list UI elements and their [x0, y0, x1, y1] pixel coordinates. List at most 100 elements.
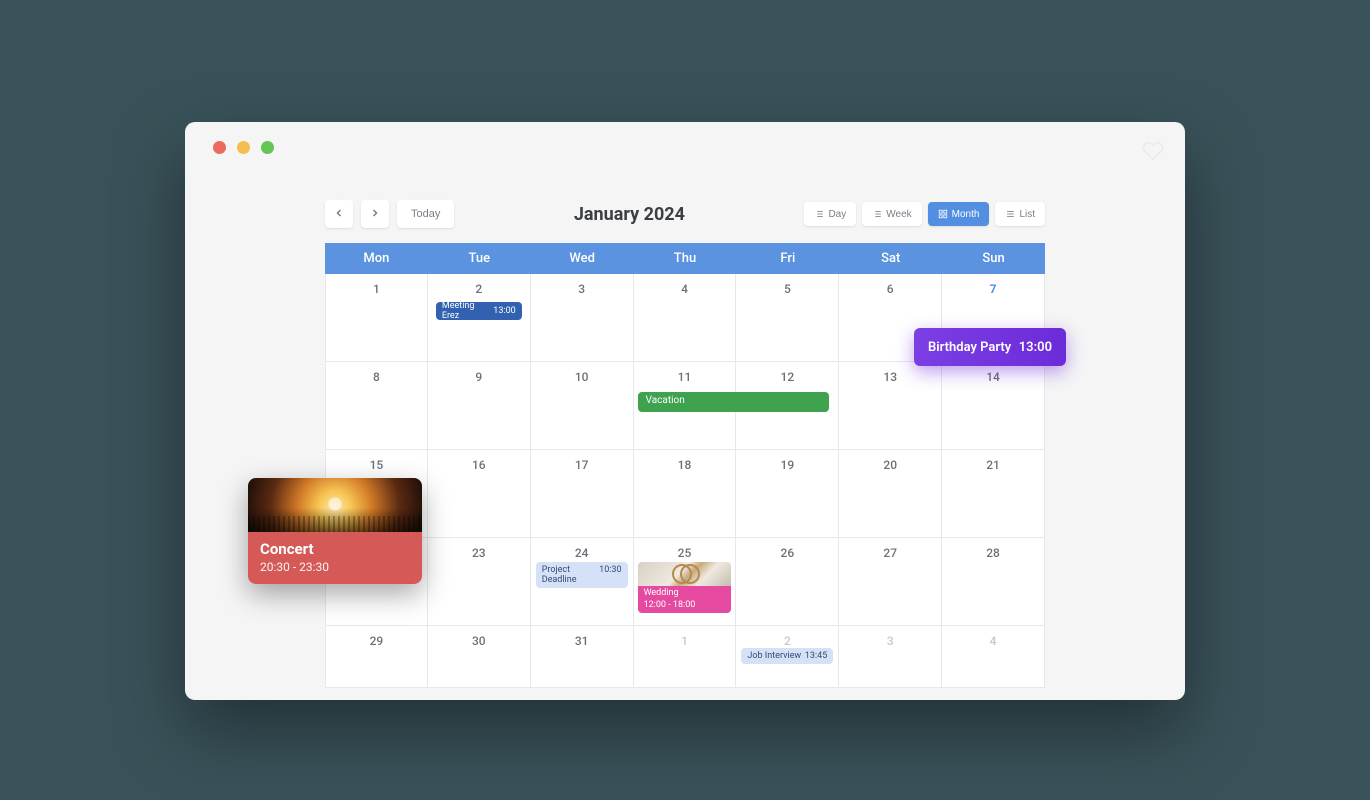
- day-cell[interactable]: 3: [839, 626, 942, 688]
- day-cell[interactable]: 4: [942, 626, 1045, 688]
- dow-thu: Thu: [634, 243, 737, 274]
- day-number: 9: [428, 362, 530, 384]
- day-number: 26: [736, 538, 838, 560]
- day-cell[interactable]: 17: [531, 450, 634, 538]
- day-number: 1: [326, 274, 427, 296]
- event-time: 13:00: [493, 306, 515, 316]
- day-number: 2: [428, 274, 530, 296]
- dow-mon: Mon: [325, 243, 428, 274]
- day-number: 4: [942, 626, 1044, 648]
- event-title: Vacation: [646, 395, 685, 406]
- day-number: 1: [634, 626, 736, 648]
- heart-icon: [1142, 140, 1164, 166]
- day-cell[interactable]: 24 Project Deadline 10:30: [531, 538, 634, 626]
- day-cell[interactable]: 4: [634, 274, 737, 362]
- event-time: 10:30: [599, 565, 621, 585]
- view-week-button[interactable]: Week: [862, 202, 921, 226]
- event-deadline[interactable]: Project Deadline 10:30: [536, 562, 628, 588]
- event-concert-card[interactable]: Concert 20:30 - 23:30: [248, 478, 422, 584]
- view-month-label: Month: [952, 209, 980, 220]
- day-number: 28: [942, 538, 1044, 560]
- day-cell[interactable]: 20: [839, 450, 942, 538]
- view-list-button[interactable]: List: [995, 202, 1045, 226]
- day-number: 10: [531, 362, 633, 384]
- view-month-button[interactable]: Month: [928, 202, 990, 226]
- concert-image: [248, 478, 422, 532]
- day-number: 27: [839, 538, 941, 560]
- day-number: 24: [531, 538, 633, 560]
- view-day-button[interactable]: Day: [804, 202, 856, 226]
- view-week-label: Week: [886, 209, 911, 220]
- event-time: 20:30 - 23:30: [260, 560, 410, 574]
- day-number: 11: [634, 362, 736, 384]
- event-title: Concert: [260, 540, 410, 558]
- next-month-button[interactable]: [361, 200, 389, 228]
- dow-wed: Wed: [531, 243, 634, 274]
- day-cell[interactable]: 28: [942, 538, 1045, 626]
- minimize-icon[interactable]: [237, 141, 250, 154]
- day-number: 23: [428, 538, 530, 560]
- day-cell[interactable]: 29: [325, 626, 428, 688]
- event-wedding[interactable]: Wedding 12:00 - 18:00: [638, 586, 732, 613]
- window-titlebar: [185, 122, 1185, 172]
- day-cell[interactable]: 13: [839, 362, 942, 450]
- day-number: 29: [326, 626, 427, 648]
- day-cell[interactable]: 27: [839, 538, 942, 626]
- day-cell[interactable]: 14: [942, 362, 1045, 450]
- day-cell[interactable]: 11 Vacation: [634, 362, 737, 450]
- day-cell[interactable]: 21: [942, 450, 1045, 538]
- day-cell[interactable]: 16: [428, 450, 531, 538]
- day-number: 5: [736, 274, 838, 296]
- day-cell[interactable]: 18: [634, 450, 737, 538]
- prev-month-button[interactable]: [325, 200, 353, 228]
- day-number: 17: [531, 450, 633, 472]
- day-number: 8: [326, 362, 427, 384]
- event-title: Project Deadline: [542, 565, 599, 585]
- event-time: 13:00: [1019, 340, 1052, 355]
- close-icon[interactable]: [213, 141, 226, 154]
- day-cell[interactable]: 5: [736, 274, 839, 362]
- day-cell[interactable]: 3: [531, 274, 634, 362]
- event-time: 13:45: [805, 651, 827, 661]
- list-icon: [872, 209, 882, 219]
- event-vacation[interactable]: Vacation: [638, 392, 830, 412]
- day-cell[interactable]: 26: [736, 538, 839, 626]
- view-list-label: List: [1019, 209, 1035, 220]
- chevron-left-icon: [333, 206, 345, 222]
- day-number: 18: [634, 450, 736, 472]
- day-number: 7: [942, 274, 1044, 296]
- day-number: 4: [634, 274, 736, 296]
- dow-sun: Sun: [942, 243, 1045, 274]
- event-meeting[interactable]: Meeting Erez 13:00: [436, 302, 522, 320]
- day-cell[interactable]: 10: [531, 362, 634, 450]
- event-title: Job Interview: [747, 651, 801, 661]
- event-title: Meeting Erez: [442, 301, 493, 321]
- today-button[interactable]: Today: [397, 200, 454, 228]
- day-cell[interactable]: 30: [428, 626, 531, 688]
- day-cell[interactable]: 2 Job Interview 13:45: [736, 626, 839, 688]
- day-number: 30: [428, 626, 530, 648]
- day-cell[interactable]: 2 Meeting Erez 13:00: [428, 274, 531, 362]
- concert-body: Concert 20:30 - 23:30: [248, 532, 422, 584]
- event-birthday[interactable]: Birthday Party 13:00: [914, 328, 1066, 366]
- maximize-icon[interactable]: [261, 141, 274, 154]
- list-icon: [814, 209, 824, 219]
- day-cell[interactable]: 1: [634, 626, 737, 688]
- day-number: 31: [531, 626, 633, 648]
- day-cell[interactable]: 23: [428, 538, 531, 626]
- day-number: 6: [839, 274, 941, 296]
- day-number: 19: [736, 450, 838, 472]
- day-cell[interactable]: 25 Wedding 12:00 - 18:00: [634, 538, 737, 626]
- day-number: 15: [326, 450, 427, 472]
- day-cell[interactable]: 1: [325, 274, 428, 362]
- day-cell[interactable]: 31: [531, 626, 634, 688]
- day-number: 21: [942, 450, 1044, 472]
- day-cell[interactable]: 9: [428, 362, 531, 450]
- dow-sat: Sat: [839, 243, 942, 274]
- grid-icon: [938, 209, 948, 219]
- event-job-interview[interactable]: Job Interview 13:45: [741, 648, 833, 664]
- day-cell[interactable]: 8: [325, 362, 428, 450]
- day-cell[interactable]: 19: [736, 450, 839, 538]
- event-title: Wedding: [644, 588, 726, 600]
- list-icon: [1005, 209, 1015, 219]
